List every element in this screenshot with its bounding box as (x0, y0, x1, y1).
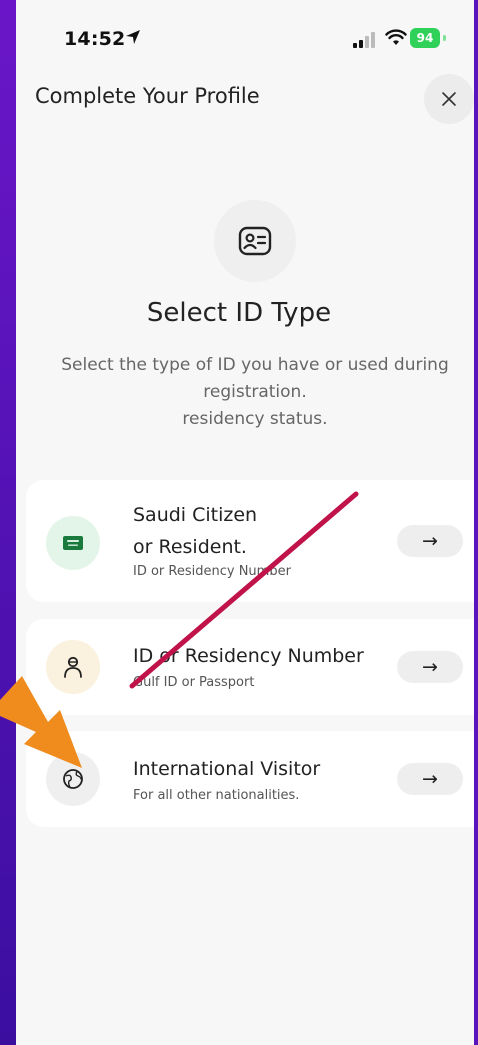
arrow-right-icon[interactable]: → (397, 651, 463, 683)
status-bar: 14:52 94 (16, 0, 474, 80)
globe-icon (63, 769, 83, 789)
person-icon (64, 656, 82, 678)
arrow-right-icon[interactable]: → (397, 763, 463, 795)
battery-level: 94 (410, 28, 440, 48)
option-title: or Resident. (133, 536, 247, 558)
signal-icon (353, 32, 375, 48)
option-saudi-citizen[interactable]: Saudi Citizen or Resident. ID or Residen… (26, 480, 474, 602)
battery-icon: 94 (410, 28, 446, 48)
option-title: International Visitor (133, 758, 321, 780)
location-arrow-icon (126, 30, 140, 44)
background-left (0, 0, 16, 1045)
option-title: ID or Residency Number (133, 645, 364, 667)
arrow-right-icon[interactable]: → (397, 525, 463, 557)
option-subtitle: For all other nationalities. (133, 788, 300, 803)
section-description: Select the type of ID you have or used d… (50, 352, 460, 433)
close-button[interactable] (424, 74, 474, 124)
id-card-icon (238, 226, 272, 256)
description-line: residency status. (182, 409, 328, 429)
option-id-residency[interactable]: ID or Residency Number Gulf ID or Passpo… (26, 619, 474, 715)
description-line: registration. (203, 382, 307, 402)
status-time: 14:52 (64, 28, 126, 50)
id-card-icon-container (214, 200, 296, 282)
saudi-flag-icon-container (46, 516, 100, 570)
option-title: Saudi Citizen (133, 504, 258, 526)
person-icon-container (46, 640, 100, 694)
saudi-flag-icon (63, 536, 83, 550)
phone-screen: 14:52 94 Complete Your Profile Select ID… (16, 0, 474, 1045)
battery-cap (443, 35, 446, 41)
description-line: Select the type of ID you have or used d… (61, 355, 449, 375)
option-subtitle: ID or Residency Number (133, 564, 291, 579)
page-title: Complete Your Profile (35, 84, 260, 108)
option-subtitle: Gulf ID or Passport (133, 675, 255, 690)
option-international-visitor[interactable]: International Visitor For all other nati… (26, 731, 474, 827)
section-title: Select ID Type (146, 298, 332, 328)
close-icon (442, 92, 456, 106)
globe-icon-container (46, 752, 100, 806)
background-right (474, 0, 478, 1045)
wifi-icon (385, 29, 407, 45)
